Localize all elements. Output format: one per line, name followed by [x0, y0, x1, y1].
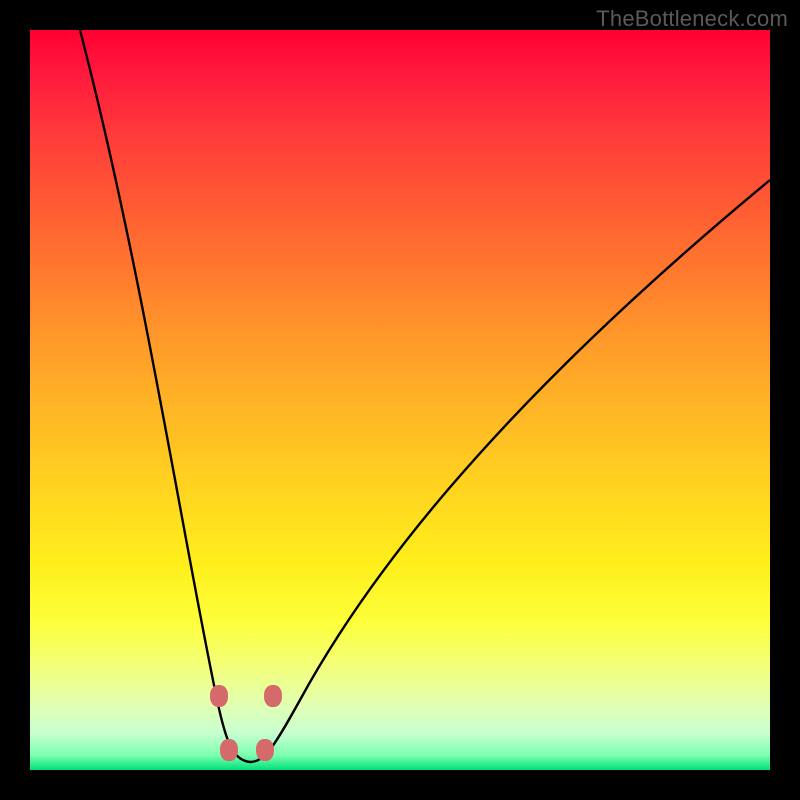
- curve-marker: [264, 685, 282, 707]
- curve-marker: [256, 739, 274, 761]
- curve-left-branch: [80, 30, 250, 762]
- curve-right-branch: [250, 180, 770, 762]
- curve-marker: [220, 739, 238, 761]
- curve-marker: [210, 685, 228, 707]
- bottleneck-curve: [0, 0, 800, 800]
